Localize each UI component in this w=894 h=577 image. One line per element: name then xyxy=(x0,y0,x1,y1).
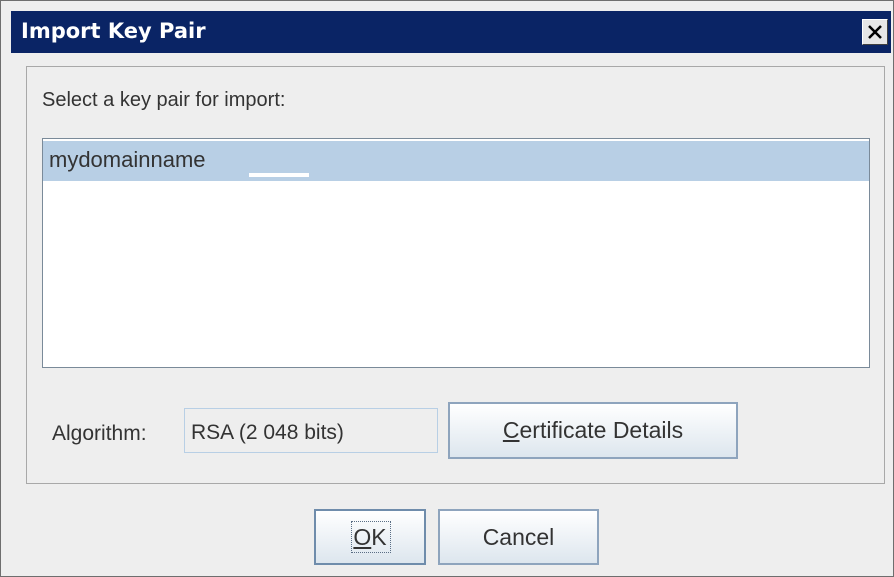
dialog-title: Import Key Pair xyxy=(21,19,206,43)
certificate-details-label: ertificate Details xyxy=(519,417,684,443)
certificate-details-mnemonic: C xyxy=(502,417,520,443)
cancel-button[interactable]: Cancel xyxy=(438,509,599,565)
list-item[interactable]: mydomainname xyxy=(43,141,869,181)
ok-button[interactable]: OK xyxy=(314,509,426,565)
dialog-titlebar[interactable]: Import Key Pair xyxy=(11,11,891,53)
focus-indicator xyxy=(351,521,391,553)
certificate-details-button[interactable]: Certificate Details xyxy=(448,402,738,459)
list-item-label: mydomainname xyxy=(49,147,206,172)
list-item-edit-marker xyxy=(249,173,309,177)
algorithm-label: Algorithm: xyxy=(52,422,147,445)
algorithm-field: RSA (2 048 bits) xyxy=(184,408,438,453)
close-icon xyxy=(868,25,882,39)
algorithm-value: RSA (2 048 bits) xyxy=(191,421,344,444)
close-button[interactable] xyxy=(862,19,888,45)
key-pair-list[interactable]: mydomainname xyxy=(42,138,870,368)
prompt-label: Select a key pair for import: xyxy=(42,89,286,111)
import-key-pair-dialog: Import Key Pair Select a key pair for im… xyxy=(0,0,894,577)
